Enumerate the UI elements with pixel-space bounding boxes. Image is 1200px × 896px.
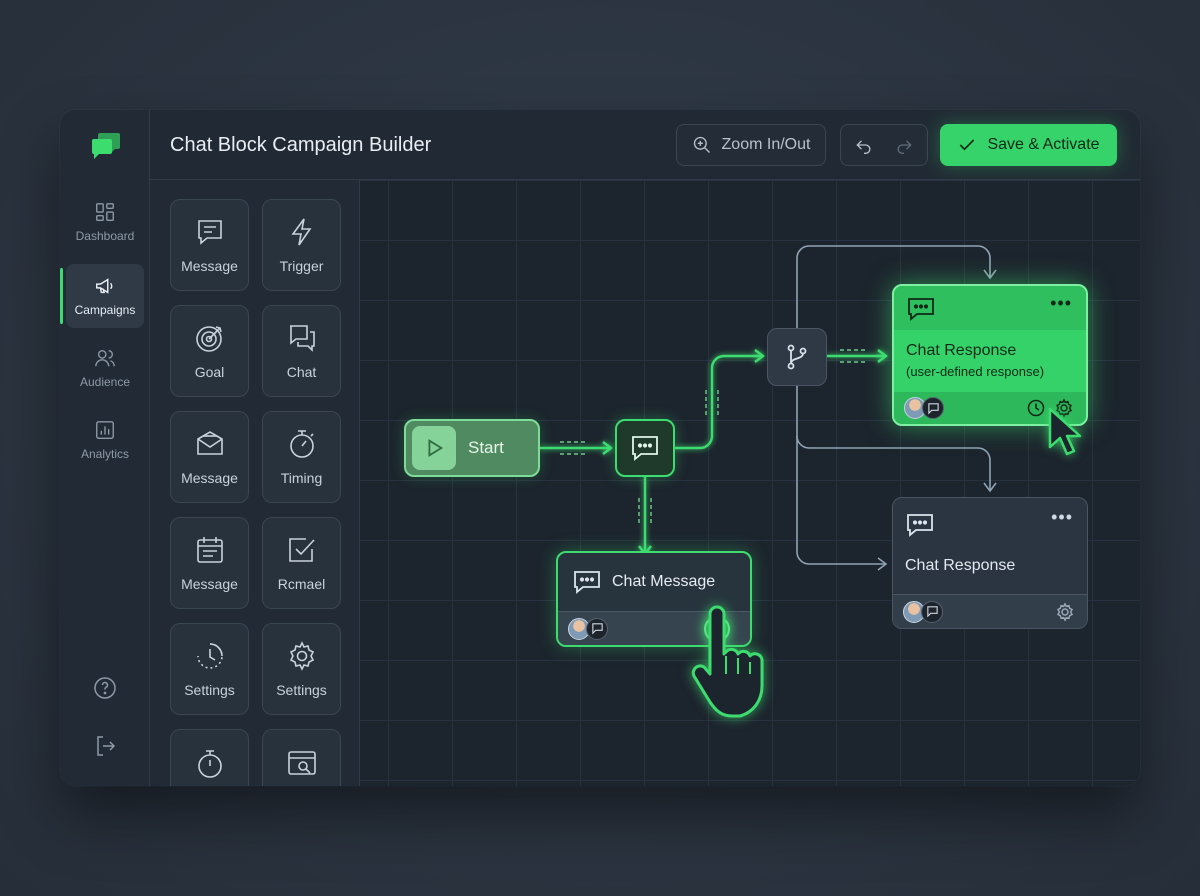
message-icon (197, 220, 222, 245)
redo-icon[interactable] (894, 135, 914, 155)
save-activate-button[interactable]: Save & Activate (940, 124, 1117, 166)
tile-label: Trigger (279, 258, 324, 274)
undo-redo-group (840, 124, 928, 166)
message-chip-icon (586, 617, 608, 640)
more-options-icon[interactable]: ••• (1051, 508, 1073, 526)
nav-label: Dashboard (75, 229, 135, 243)
card-subtitle: (user-defined response) (906, 364, 1045, 379)
help-icon[interactable] (93, 676, 117, 700)
tile-label: Goal (194, 364, 225, 380)
logout-icon[interactable] (93, 734, 117, 758)
palette-tile-stopwatch[interactable] (170, 729, 249, 786)
gear-icon (289, 641, 314, 671)
nav-rail: Dashboard Campaigns Audience Analytics (60, 110, 150, 786)
chat-icon (289, 325, 315, 352)
git-branch-icon (787, 344, 807, 370)
nav-label: Analytics (80, 447, 130, 461)
block-palette: Message Trigger Goal Chat Message Timing… (150, 180, 360, 786)
header-bar: Chat Block Campaign Builder Zoom In/Out … (150, 110, 1140, 180)
chat-bubble-icon (632, 436, 658, 461)
palette-tile-message[interactable]: Message (170, 199, 249, 291)
clock-icon[interactable] (1026, 398, 1046, 418)
card-title: Chat Response (906, 342, 1017, 359)
palette-tile-settings-gear[interactable]: Settings (262, 623, 341, 715)
palette-tile-rcmael[interactable]: Rcmael (262, 517, 341, 609)
bar-chart-icon (96, 421, 114, 439)
calendar-icon (196, 537, 223, 563)
nav-item-audience[interactable]: Audience (66, 336, 144, 400)
message-chip-icon (921, 600, 943, 623)
gear-icon[interactable] (1055, 602, 1075, 622)
save-label: Save & Activate (987, 136, 1100, 153)
tile-label: Message (181, 470, 238, 486)
checkbox-icon (288, 538, 315, 562)
pointer-hand-icon (691, 605, 764, 718)
nav-label: Audience (79, 375, 131, 389)
tile-label: Rcmael (277, 576, 326, 592)
clock-icon (196, 643, 223, 669)
tile-label: Settings (184, 682, 235, 698)
undo-icon[interactable] (854, 135, 874, 155)
nav-label: Campaigns (74, 303, 136, 317)
zoom-icon (693, 136, 710, 153)
palette-tile-settings-clock[interactable]: Settings (170, 623, 249, 715)
card-title: Chat Message (612, 573, 716, 590)
palette-tile-trigger[interactable]: Trigger (262, 199, 341, 291)
dashboard-grid-icon (96, 203, 114, 221)
lightning-icon (290, 218, 312, 246)
envelope-icon (196, 431, 223, 455)
nav-item-campaigns[interactable]: Campaigns (60, 264, 144, 328)
stopwatch-icon (197, 750, 222, 778)
browser-search-icon (287, 751, 316, 775)
start-node[interactable]: Start (404, 419, 540, 477)
message-chip-icon (922, 397, 944, 419)
palette-tile-goal[interactable]: Goal (170, 305, 249, 397)
users-icon (95, 349, 115, 367)
palette-tile-chat[interactable]: Chat (262, 305, 341, 397)
start-node-label: Start (468, 438, 504, 457)
chat-bubble-icon (908, 298, 934, 321)
zoom-label: Zoom In/Out (721, 136, 811, 153)
zoom-button[interactable]: Zoom In/Out (676, 124, 826, 166)
flow-canvas[interactable]: Start Chat Message ••• Chat Response (us… (360, 180, 1140, 786)
card-footer (893, 594, 1087, 628)
branch-node[interactable] (767, 328, 827, 386)
chat-block-node[interactable] (615, 419, 675, 477)
megaphone-icon (96, 278, 113, 294)
chat-bubble-icon (574, 571, 600, 594)
palette-tile-timing[interactable]: Timing (262, 411, 341, 503)
palette-tile-browser-search[interactable] (262, 729, 341, 786)
chat-bubbles-logo (91, 133, 120, 159)
nav-item-dashboard[interactable]: Dashboard (66, 190, 144, 254)
nav-item-analytics[interactable]: Analytics (66, 408, 144, 472)
chat-response-card[interactable]: ••• Chat Response (892, 497, 1088, 629)
checkmark-icon (960, 139, 975, 151)
target-icon (195, 326, 222, 352)
play-icon (412, 426, 456, 470)
page-title: Chat Block Campaign Builder (170, 134, 432, 156)
arrow-cursor-icon (1048, 407, 1082, 456)
card-title: Chat Response (905, 557, 1016, 574)
stopwatch-icon (289, 430, 314, 458)
chat-bubble-icon (907, 514, 933, 537)
more-options-icon[interactable]: ••• (1050, 294, 1072, 312)
app-window: Dashboard Campaigns Audience Analytics C… (60, 110, 1140, 786)
chat-response-card-active[interactable]: ••• Chat Response (user-defined response… (892, 284, 1088, 426)
tile-label: Message (181, 576, 238, 592)
tile-label: Timing (280, 470, 323, 486)
tile-label: Settings (276, 682, 327, 698)
tile-label: Chat (286, 364, 317, 380)
palette-tile-message-2[interactable]: Message (170, 411, 249, 503)
palette-tile-message-3[interactable]: Message (170, 517, 249, 609)
tile-label: Message (181, 258, 238, 274)
